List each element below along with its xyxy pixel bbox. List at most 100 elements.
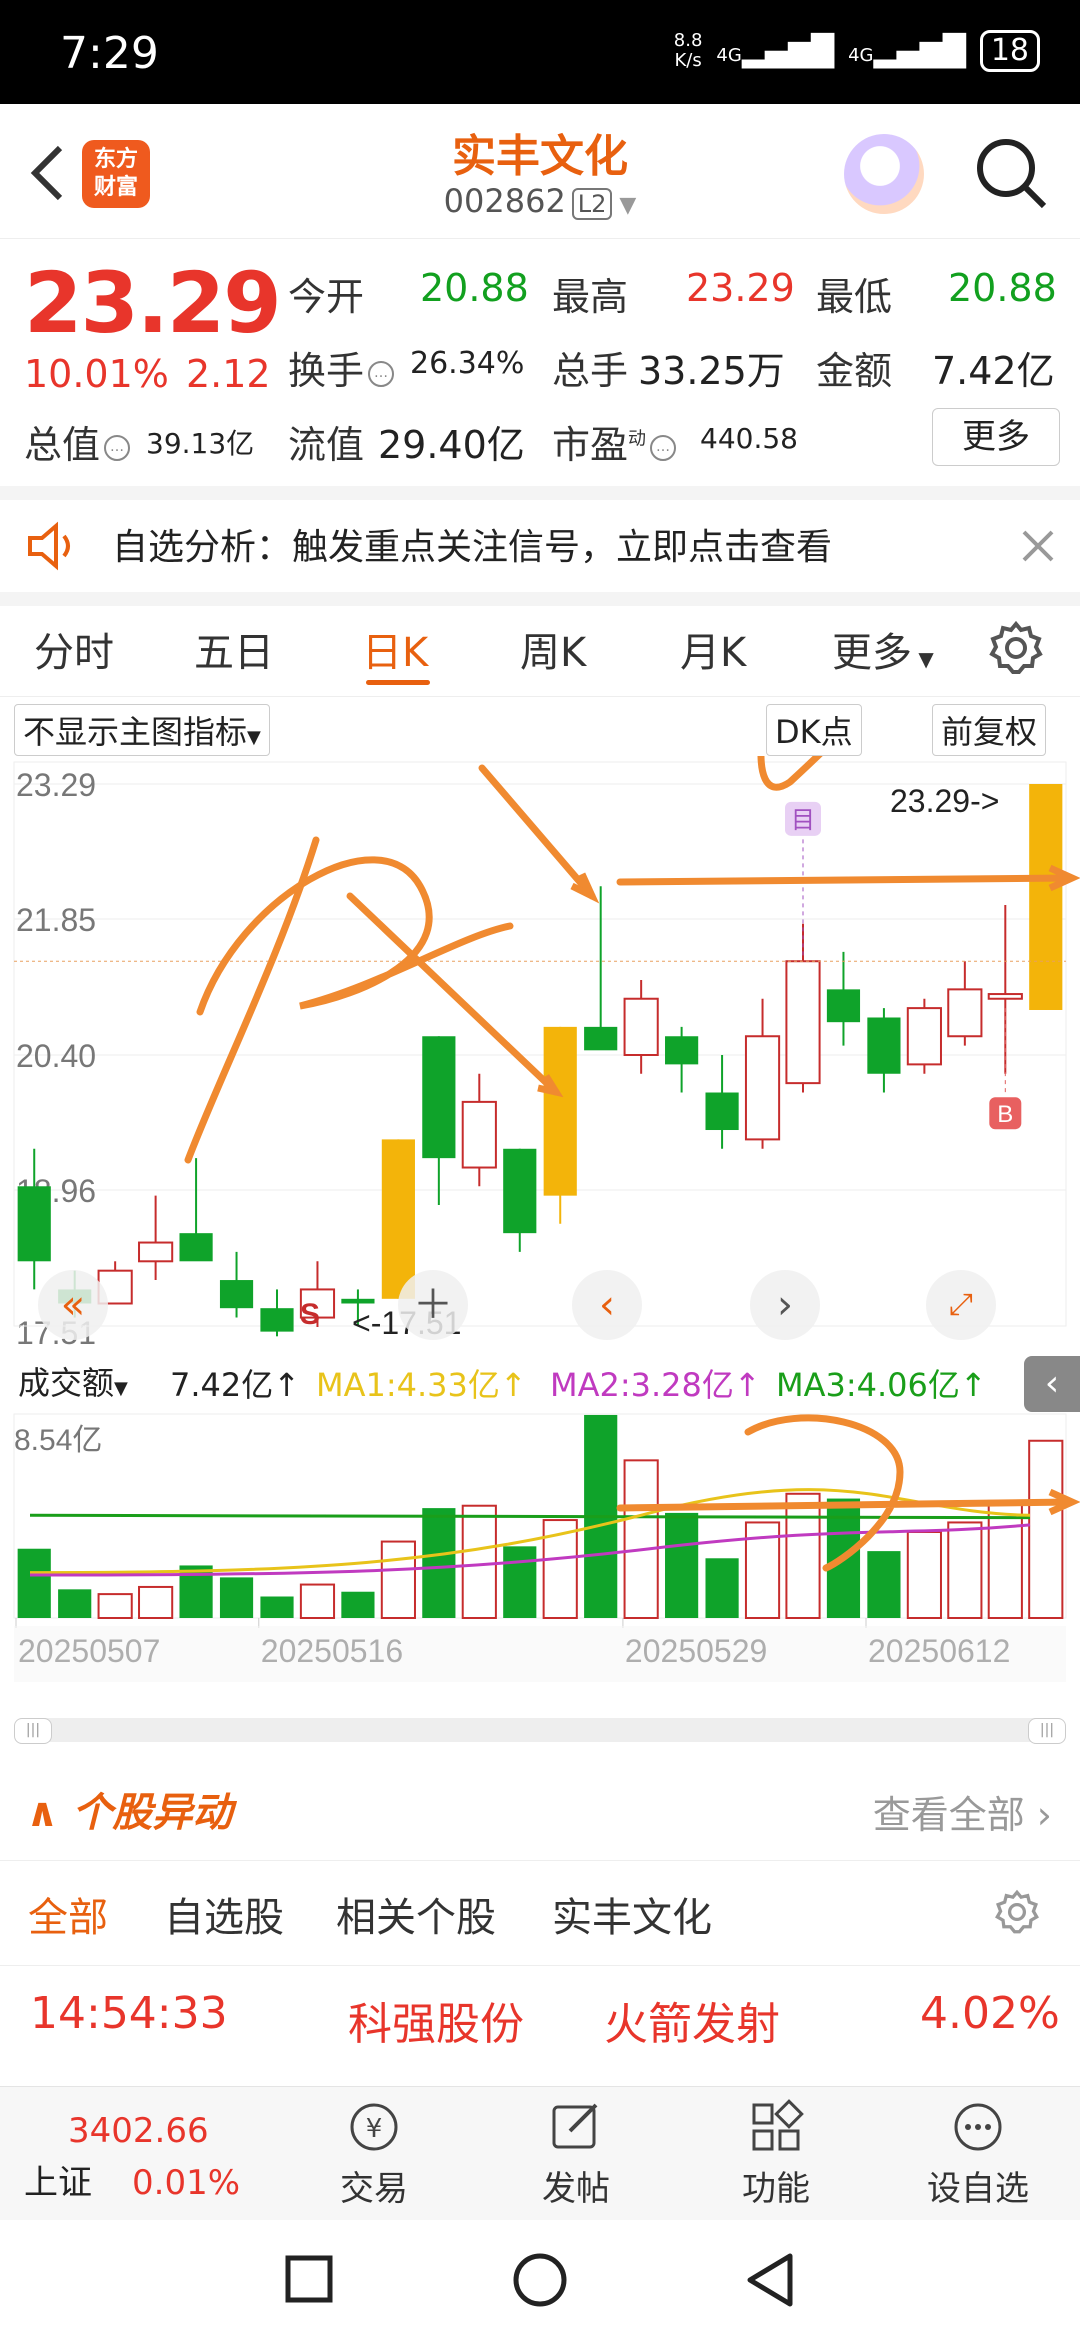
divider xyxy=(0,486,1080,500)
current-price: 23.29 xyxy=(24,254,282,352)
candle-body xyxy=(584,1026,618,1051)
function-button[interactable]: 功能 xyxy=(716,2097,836,2210)
candle-body xyxy=(461,1100,497,1169)
tab-weekly-k[interactable]: 周K xyxy=(520,620,586,678)
signal-icon: 4G▂▄▆█ xyxy=(716,33,835,69)
volume-type-select[interactable]: 成交额▼ xyxy=(14,1358,132,1404)
section-title[interactable]: ∧ 个股异动 xyxy=(26,1780,232,1838)
subtab-all[interactable]: 全部 xyxy=(28,1885,108,1943)
add-watch-button[interactable]: 设自选 xyxy=(918,2097,1038,2210)
volume-bar xyxy=(17,1548,51,1618)
buy-marker: B xyxy=(997,1101,1013,1128)
notice-bar[interactable]: 自选分析：触发重点关注信号，立即点击查看 xyxy=(0,500,1080,592)
candle-body xyxy=(906,1007,942,1066)
high-value: 23.29 xyxy=(686,266,795,310)
edit-icon xyxy=(552,2103,598,2149)
pe-label: 市盈动… xyxy=(552,414,680,469)
pe-value: 440.58 xyxy=(700,422,798,455)
tab-more[interactable]: 更多 ▼ xyxy=(832,620,934,678)
recent-apps-icon[interactable] xyxy=(284,2254,334,2304)
candle-body xyxy=(219,1280,254,1309)
post-button[interactable]: 发帖 xyxy=(516,2097,636,2210)
trade-button[interactable]: ¥ 交易 xyxy=(314,2097,434,2210)
candlestick-chart[interactable]: 23.2921.8520.4018.9617.5123.29-><-17.51S… xyxy=(0,756,1080,1356)
back-nav-icon[interactable] xyxy=(744,2252,796,2308)
handwritten-annotation xyxy=(757,756,823,791)
candle-body xyxy=(341,1298,375,1304)
volume-bar xyxy=(219,1577,254,1618)
dropdown-icon: ▼ xyxy=(114,1378,128,1399)
scroll-handle-right[interactable]: ||| xyxy=(1028,1718,1066,1744)
handwritten-annotation xyxy=(616,874,1074,886)
tab-intraday[interactable]: 分时 xyxy=(34,620,114,678)
movement-event: 火箭发射 xyxy=(604,1999,780,2050)
volume-bar xyxy=(138,1585,174,1619)
post-label: 发帖 xyxy=(542,2169,610,2209)
subtab-related[interactable]: 相关个股 xyxy=(336,1885,496,1943)
fullscreen-button[interactable]: ⤢ xyxy=(926,1270,996,1340)
y-tick-label: 23.29 xyxy=(16,767,96,803)
volume-max-label: 8.54亿 xyxy=(14,1424,102,1457)
index-ticker[interactable]: 3402.66 上证 0.01% xyxy=(24,2111,274,2204)
adjust-button[interactable]: 前复权 xyxy=(932,704,1047,756)
chart-scrollbar[interactable]: ||| ||| xyxy=(14,1718,1066,1744)
level-badge: L2 xyxy=(571,188,613,220)
volume-chart[interactable]: 8.54亿20250507202505162025052920250612 xyxy=(0,1412,1080,1682)
low-value: 20.88 xyxy=(948,266,1057,310)
info-icon[interactable]: … xyxy=(650,434,677,461)
tab-daily-k[interactable]: 日K xyxy=(362,620,428,678)
list-item[interactable]: 14:54:33 科强股份 火箭发射 4.02% xyxy=(0,1968,1080,2062)
chevron-right-icon: › xyxy=(1024,1793,1052,1837)
home-icon[interactable] xyxy=(512,2252,568,2308)
candle-body xyxy=(947,988,983,1038)
rewind-button[interactable]: « xyxy=(38,1270,108,1340)
candle-body xyxy=(665,1036,699,1065)
info-icon[interactable]: … xyxy=(104,434,131,461)
gear-icon[interactable] xyxy=(988,620,1044,676)
grid-icon xyxy=(752,2099,804,2151)
function-label: 功能 xyxy=(742,2169,810,2209)
gear-icon[interactable] xyxy=(994,1889,1040,1935)
zoom-in-button[interactable]: ＋ xyxy=(398,1270,468,1340)
tab-monthly-k[interactable]: 月K xyxy=(680,620,746,678)
search-icon[interactable] xyxy=(972,134,1052,214)
y-tick-label: 20.40 xyxy=(16,1038,96,1074)
stock-code-value: 002862 xyxy=(443,182,566,220)
turnover-label: 换手… xyxy=(288,340,398,395)
prev-button[interactable]: ‹ xyxy=(572,1270,642,1340)
netspeed-value: 8.8 xyxy=(673,30,703,51)
volume-bar xyxy=(341,1591,375,1618)
tab-five-day[interactable]: 五日 xyxy=(194,620,274,678)
subtab-watchlist[interactable]: 自选股 xyxy=(164,1885,284,1943)
volume-bar xyxy=(299,1583,336,1619)
y-tick-label: 21.85 xyxy=(16,902,96,938)
tab-more-label: 更多 xyxy=(832,630,912,676)
candle-body xyxy=(826,989,861,1023)
candle-body xyxy=(503,1148,537,1234)
status-time: 7:29 xyxy=(60,28,159,79)
candle-body xyxy=(179,1233,213,1262)
candle-body xyxy=(381,1139,415,1299)
volume-bar xyxy=(461,1504,497,1619)
volume-bar xyxy=(947,1521,983,1619)
active-tab-indicator xyxy=(366,680,430,685)
section-title-text: 个股异动 xyxy=(72,1790,233,1836)
volume-bar xyxy=(97,1593,133,1619)
next-button[interactable]: › xyxy=(750,1270,820,1340)
more-button[interactable]: 更多 xyxy=(932,408,1060,466)
change-value: 2.12 xyxy=(186,352,271,396)
view-all-link[interactable]: 查看全部 › xyxy=(873,1784,1052,1839)
collapse-panel-button[interactable]: ‹ xyxy=(1024,1356,1080,1412)
dk-button[interactable]: DK点 xyxy=(766,704,862,756)
scroll-handle-left[interactable]: ||| xyxy=(14,1718,52,1744)
indicator-select[interactable]: 不显示主图指标▼ xyxy=(14,704,270,756)
assistant-avatar[interactable] xyxy=(844,134,924,214)
change-pct: 10.01% xyxy=(24,352,169,396)
header: 东方 财富 实丰文化 002862 L2 ▼ xyxy=(0,104,1080,239)
subtab-stock[interactable]: 实丰文化 xyxy=(552,1885,712,1943)
more-dots-icon xyxy=(954,2103,1002,2151)
close-icon[interactable] xyxy=(1018,526,1058,566)
open-value: 20.88 xyxy=(420,266,529,310)
info-icon[interactable]: … xyxy=(368,360,395,387)
candle-body xyxy=(17,1186,51,1262)
